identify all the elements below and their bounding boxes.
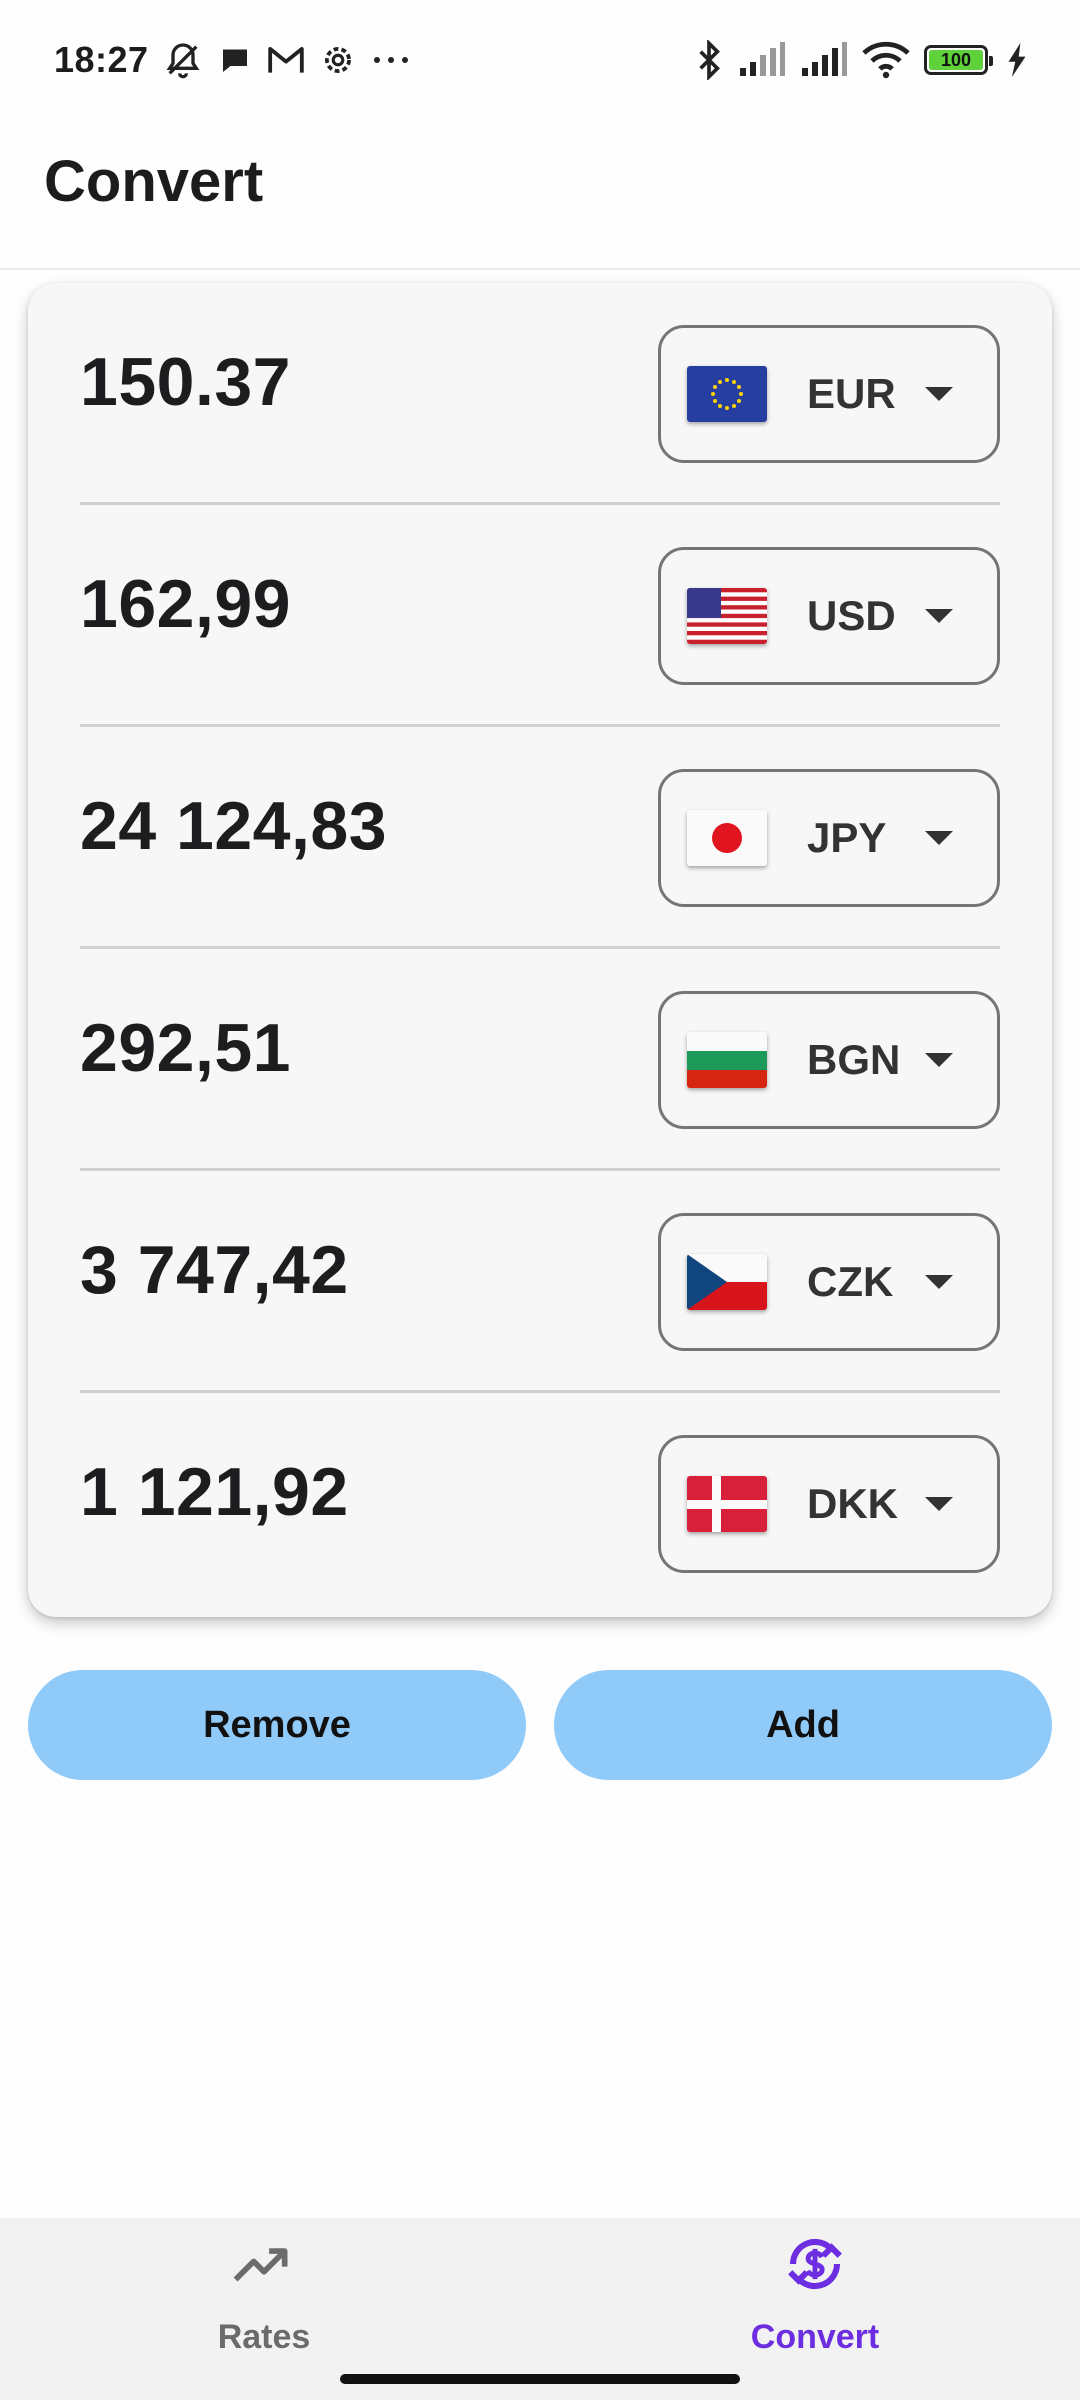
bulgaria-flag-icon <box>687 1032 767 1088</box>
nav-label-rates: Rates <box>217 2318 311 2356</box>
nav-label-convert: Convert <box>750 2318 880 2356</box>
conversion-row: 24 124,83 JPY <box>80 727 1000 949</box>
currency-exchange-icon <box>782 2226 848 2302</box>
currency-code: JPY <box>807 814 887 861</box>
more-dots-icon <box>371 50 411 70</box>
status-bar-left: 18:27 <box>54 39 411 81</box>
screen: 18:27 100 Convert 150.37 EUR 162,99 USD … <box>0 0 1080 2400</box>
currency-dropdown[interactable]: BGN <box>658 991 1000 1129</box>
conversion-row: 150.37 EUR <box>80 283 1000 505</box>
amount-value[interactable]: 3 747,42 <box>80 1231 349 1309</box>
wifi-icon <box>862 41 910 79</box>
bluetooth-icon <box>694 40 724 80</box>
currency-dropdown[interactable]: JPY <box>658 769 1000 907</box>
status-time: 18:27 <box>54 39 149 80</box>
status-bar: 18:27 100 <box>0 0 1080 120</box>
japan-flag-icon <box>687 810 767 866</box>
currency-code: CZK <box>807 1258 894 1305</box>
chevron-down-icon <box>925 831 953 845</box>
chevron-down-icon <box>925 387 953 401</box>
chevron-down-icon <box>925 1275 953 1289</box>
amount-value[interactable]: 1 121,92 <box>80 1453 349 1531</box>
page-title: Convert <box>44 149 264 214</box>
currency-dropdown[interactable]: USD <box>658 547 1000 685</box>
chevron-down-icon <box>925 1053 953 1067</box>
battery-icon: 100 <box>924 45 993 75</box>
signal-icon <box>800 42 848 78</box>
settings-gear-icon <box>319 41 357 79</box>
add-button[interactable]: Add <box>554 1670 1052 1780</box>
conversion-row: 1 121,92 DKK <box>80 1393 1000 1615</box>
converter-card: 150.37 EUR 162,99 USD 24 124,83 JPY 292,… <box>28 283 1052 1617</box>
nav-item-convert[interactable]: Convert <box>665 2226 965 2376</box>
denmark-flag-icon <box>687 1476 767 1532</box>
amount-value[interactable]: 150.37 <box>80 343 291 421</box>
us-flag-icon <box>687 588 767 644</box>
conversion-row: 3 747,42 CZK <box>80 1171 1000 1393</box>
battery-level: 100 <box>929 50 983 70</box>
chevron-down-icon <box>925 1497 953 1511</box>
nav-item-rates[interactable]: Rates <box>114 2226 414 2376</box>
home-indicator[interactable] <box>340 2374 740 2384</box>
amount-value[interactable]: 292,51 <box>80 1009 291 1087</box>
currency-dropdown[interactable]: DKK <box>658 1435 1000 1573</box>
currency-code: DKK <box>807 1480 898 1527</box>
conversion-row: 162,99 USD <box>80 505 1000 727</box>
currency-code: USD <box>807 592 896 639</box>
chevron-down-icon <box>925 609 953 623</box>
trending-up-icon <box>233 2226 295 2302</box>
currency-dropdown[interactable]: CZK <box>658 1213 1000 1351</box>
bottom-navigation: Rates Convert <box>0 2218 1080 2400</box>
amount-value[interactable]: 162,99 <box>80 565 291 643</box>
status-bar-right: 100 <box>694 40 1028 80</box>
gmail-icon <box>267 43 305 77</box>
mute-bell-icon <box>163 40 203 80</box>
currency-code: BGN <box>807 1036 901 1083</box>
czech-flag-icon <box>687 1254 767 1310</box>
charging-icon <box>1006 43 1028 77</box>
currency-code: EUR <box>807 370 896 417</box>
remove-button[interactable]: Remove <box>28 1670 526 1780</box>
eu-flag-icon <box>687 366 767 422</box>
conversion-row: 292,51 BGN <box>80 949 1000 1171</box>
signal-icon <box>738 42 786 78</box>
amount-value[interactable]: 24 124,83 <box>80 787 387 865</box>
chat-bubble-icon <box>217 42 253 78</box>
app-bar: Convert <box>0 120 1080 270</box>
currency-dropdown[interactable]: EUR <box>658 325 1000 463</box>
